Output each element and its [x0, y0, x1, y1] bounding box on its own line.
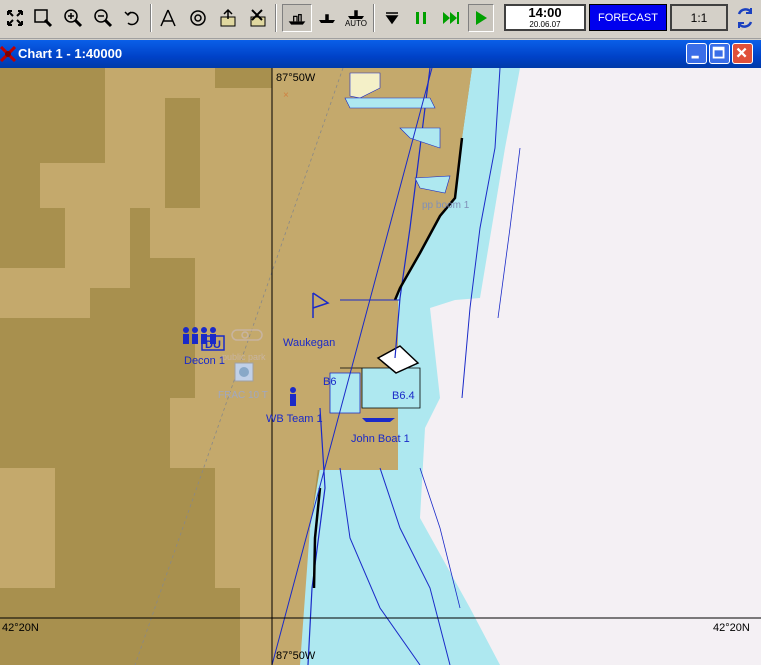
- coord-bottom: 87°50W: [276, 650, 316, 662]
- toolbar-separator: [150, 4, 152, 32]
- undo-icon[interactable]: [120, 4, 146, 32]
- clock-time: 14:00: [528, 5, 562, 20]
- simulation-clock: 14:00 20.06.07: [504, 4, 586, 31]
- ship-view-icon[interactable]: [282, 4, 312, 32]
- fast-forward-icon[interactable]: [438, 4, 464, 32]
- land-west-e: [75, 518, 130, 665]
- label-public-park: public park: [222, 352, 266, 362]
- stop-icon[interactable]: [379, 4, 405, 32]
- window-title: Chart 1 - 1:40000: [18, 46, 123, 61]
- wb-team-icon: [290, 387, 296, 406]
- frac-icon: [234, 362, 254, 382]
- label-b64: B6.4: [392, 390, 415, 402]
- nautical-chart[interactable]: × 87°50W 87°50W 42°20N 42°20N pp boom 1 …: [0, 68, 761, 665]
- maximize-button[interactable]: [709, 43, 730, 64]
- scale-display[interactable]: 1:1: [670, 4, 728, 31]
- coord-left: 42°20N: [2, 622, 39, 634]
- play-icon[interactable]: [468, 4, 494, 32]
- toolbar-separator: [373, 4, 375, 32]
- toolbar: AUTO 14:00 20.06.07 FORECAST 1:1: [0, 0, 761, 39]
- export-icon[interactable]: [215, 4, 241, 32]
- coord-top: 87°50W: [276, 72, 316, 84]
- auto-ship-icon[interactable]: AUTO: [342, 4, 370, 32]
- label-waukegan[interactable]: Waukegan: [283, 337, 335, 349]
- toolbar-separator: [275, 4, 277, 32]
- marker-x: ×: [283, 90, 289, 101]
- sync-icon[interactable]: [735, 4, 761, 32]
- land-west-d: [0, 468, 55, 588]
- forecast-button[interactable]: FORECAST: [589, 4, 667, 31]
- land-west-b: [0, 268, 40, 318]
- chart-window-icon: [0, 46, 16, 62]
- fit-icon[interactable]: [2, 4, 28, 32]
- label-b6: B6: [323, 376, 336, 388]
- clock-date: 20.06.07: [529, 20, 561, 29]
- label-decon[interactable]: Decon 1: [184, 355, 225, 367]
- label-frac[interactable]: FRAC 10 T: [218, 390, 268, 401]
- ship-icon[interactable]: [314, 4, 340, 32]
- label-john-boat[interactable]: John Boat 1: [351, 433, 410, 445]
- coord-right: 42°20N: [713, 622, 750, 634]
- delete-icon[interactable]: [245, 4, 271, 32]
- zoom-out-icon[interactable]: [90, 4, 116, 32]
- target-icon[interactable]: [185, 4, 211, 32]
- window-titlebar[interactable]: Chart 1 - 1:40000: [0, 40, 761, 68]
- label-du: DU: [205, 339, 221, 351]
- select-zoom-icon[interactable]: [30, 4, 56, 32]
- label-wb-team[interactable]: WB Team 1: [266, 413, 323, 425]
- john-boat-icon: [362, 418, 395, 422]
- auto-label: AUTO: [344, 19, 368, 28]
- minimize-button[interactable]: [686, 43, 707, 64]
- label-boom: pp boom 1: [422, 200, 470, 211]
- close-button[interactable]: [732, 43, 753, 64]
- compass-icon[interactable]: [155, 4, 181, 32]
- pause-icon[interactable]: [408, 4, 434, 32]
- zoom-in-icon[interactable]: [60, 4, 86, 32]
